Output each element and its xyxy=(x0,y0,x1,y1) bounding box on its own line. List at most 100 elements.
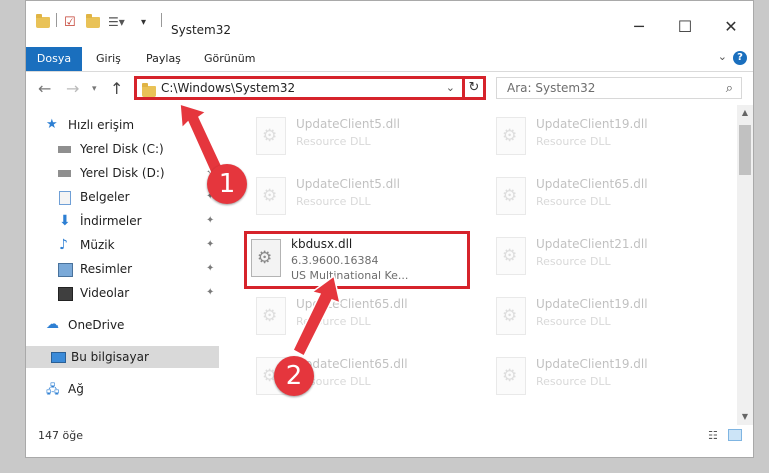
new-folder-icon[interactable] xyxy=(86,13,100,31)
tab-view[interactable]: Görünüm xyxy=(204,47,255,71)
title-bar: ☑ ☰▾ ▾ System32 ─ ☐ ✕ xyxy=(26,1,753,43)
sidebar-item-onedrive[interactable]: ☁ OneDrive xyxy=(46,314,216,336)
minimize-button[interactable]: ─ xyxy=(616,13,662,43)
dll-file-icon xyxy=(496,357,526,395)
navigation-bar: ← → ▾ ↑ C:\Windows\System32 ⌄ ↻ Ara: Sys… xyxy=(26,75,753,103)
dll-file-icon xyxy=(496,237,526,275)
file-name: UpdateClient65.dll xyxy=(296,297,408,311)
pin-icon: ✦ xyxy=(206,143,215,154)
dll-file-icon xyxy=(496,297,526,335)
step-badge-2: 2 xyxy=(274,356,314,396)
explorer-window: ☑ ☰▾ ▾ System32 ─ ☐ ✕ Dosya Giriş Paylaş… xyxy=(25,0,754,458)
status-bar: 147 öğe ☷ xyxy=(26,427,753,451)
tiles-view-icon[interactable] xyxy=(728,429,742,441)
ribbon-tabs: Dosya Giriş Paylaş Görünüm ⌄ ? xyxy=(26,47,753,72)
file-name: UpdateClient19.dll xyxy=(536,297,648,311)
file-tile[interactable]: UpdateClient5.dll Resource DLL xyxy=(256,173,476,229)
sidebar-item-label: İndirmeler xyxy=(80,214,142,228)
cloud-icon: ☁ xyxy=(46,317,59,332)
computer-icon xyxy=(51,352,66,363)
chevron-down-icon[interactable]: ⌄ xyxy=(718,50,727,63)
sidebar-item-pictures[interactable]: Resimler ✦ xyxy=(58,258,223,280)
pin-icon: ✦ xyxy=(206,287,215,298)
sidebar-item-network[interactable]: 🖧 Ağ xyxy=(46,378,216,400)
file-name: UpdateClient19.dll xyxy=(536,117,648,131)
sidebar-item-quick-access[interactable]: ★ Hızlı erişim xyxy=(46,114,216,136)
dll-file-icon xyxy=(496,177,526,215)
sidebar-item-drive-c[interactable]: Yerel Disk (C:) ✦ xyxy=(58,138,223,160)
search-icon: ⌕ xyxy=(725,81,733,96)
navigation-pane: ★ Hızlı erişim Yerel Disk (C:) ✦ Yerel D… xyxy=(26,109,219,427)
tab-home[interactable]: Giriş xyxy=(96,47,121,71)
recent-locations-icon[interactable]: ▾ xyxy=(92,79,97,99)
search-input[interactable]: Ara: System32 ⌕ xyxy=(496,77,742,99)
file-name: UpdateClient5.dll xyxy=(296,177,400,191)
forward-icon[interactable]: → xyxy=(66,79,79,99)
chevron-down-icon[interactable]: ⌄ xyxy=(446,81,455,94)
sidebar-item-downloads[interactable]: ⬇ İndirmeler ✦ xyxy=(58,210,223,232)
up-icon[interactable]: ↑ xyxy=(110,79,123,99)
sidebar-item-this-pc[interactable]: Bu bilgisayar xyxy=(26,346,219,368)
file-tile[interactable]: UpdateClient65.dll Resource DLL xyxy=(256,293,476,349)
pin-icon: ✦ xyxy=(206,215,215,226)
file-name: UpdateClient65.dll xyxy=(536,177,648,191)
search-placeholder: Ara: System32 xyxy=(507,81,596,95)
help-icon[interactable]: ? xyxy=(733,51,747,65)
address-path: C:\Windows\System32 xyxy=(161,81,296,95)
chevron-down-icon[interactable]: ▾ xyxy=(141,13,146,31)
close-button[interactable]: ✕ xyxy=(708,13,754,43)
sidebar-item-documents[interactable]: Belgeler ✦ xyxy=(58,186,223,208)
file-name: UpdateClient5.dll xyxy=(296,117,400,131)
scroll-down-icon[interactable]: ▼ xyxy=(737,409,753,425)
file-name: UpdateClient21.dll xyxy=(536,237,648,251)
vertical-scrollbar[interactable]: ▲ ▼ xyxy=(737,105,753,425)
star-icon: ★ xyxy=(46,117,58,132)
pin-icon: ✦ xyxy=(206,263,215,274)
file-description: Resource DLL xyxy=(536,195,611,208)
drive-icon xyxy=(58,146,71,153)
file-tile[interactable]: UpdateClient19.dll Resource DLL xyxy=(496,353,716,409)
file-tile[interactable]: UpdateClient65.dll Resource DLL xyxy=(496,173,716,229)
maximize-button[interactable]: ☐ xyxy=(662,13,708,43)
refresh-button[interactable]: ↻ xyxy=(462,76,486,100)
sidebar-item-label: Videolar xyxy=(80,286,130,300)
customize-toolbar-icon[interactable]: ☰▾ xyxy=(108,13,125,31)
sidebar-item-music[interactable]: ♪ Müzik ✦ xyxy=(58,234,223,256)
details-view-icon[interactable]: ☷ xyxy=(708,429,722,442)
file-description: Resource DLL xyxy=(296,315,371,328)
tab-file[interactable]: Dosya xyxy=(26,47,82,71)
sidebar-item-drive-d[interactable]: Yerel Disk (D:) ✦ xyxy=(58,162,223,184)
sidebar-item-label: OneDrive xyxy=(68,318,125,332)
file-tile[interactable]: UpdateClient19.dll Resource DLL xyxy=(496,113,716,169)
back-icon[interactable]: ← xyxy=(38,79,51,99)
file-tile-kbdusx[interactable]: kbdusx.dll 6.3.9600.16384 US Multination… xyxy=(244,231,470,289)
scroll-up-icon[interactable]: ▲ xyxy=(737,105,753,121)
sidebar-item-label: Resimler xyxy=(80,262,133,276)
refresh-icon: ↻ xyxy=(468,80,480,95)
drive-icon xyxy=(58,170,71,177)
sidebar-item-label: Yerel Disk (C:) xyxy=(80,142,164,156)
file-version: 6.3.9600.16384 xyxy=(291,254,379,267)
window-title: System32 xyxy=(171,23,232,37)
file-tile[interactable]: UpdateClient21.dll Resource DLL xyxy=(496,233,716,289)
music-icon: ♪ xyxy=(59,237,68,253)
file-name: kbdusx.dll xyxy=(291,237,353,251)
scroll-thumb[interactable] xyxy=(739,125,751,175)
videos-icon xyxy=(58,287,73,301)
address-bar[interactable]: C:\Windows\System32 ⌄ xyxy=(134,76,486,100)
file-tile[interactable]: UpdateClient5.dll Resource DLL xyxy=(256,113,476,169)
dll-file-icon xyxy=(251,239,281,277)
sidebar-item-label: Bu bilgisayar xyxy=(71,350,149,364)
folder-icon xyxy=(36,13,50,31)
tab-share[interactable]: Paylaş xyxy=(146,47,181,71)
pictures-icon xyxy=(58,263,73,277)
dll-file-icon xyxy=(496,117,526,155)
properties-icon[interactable]: ☑ xyxy=(64,13,76,31)
dll-file-icon xyxy=(256,177,286,215)
sidebar-item-videos[interactable]: Videolar ✦ xyxy=(58,282,223,304)
sidebar-item-label: Yerel Disk (D:) xyxy=(80,166,165,180)
divider xyxy=(161,13,162,27)
file-tile[interactable]: UpdateClient19.dll Resource DLL xyxy=(496,293,716,349)
file-description: Resource DLL xyxy=(296,195,371,208)
dll-file-icon xyxy=(256,297,286,335)
